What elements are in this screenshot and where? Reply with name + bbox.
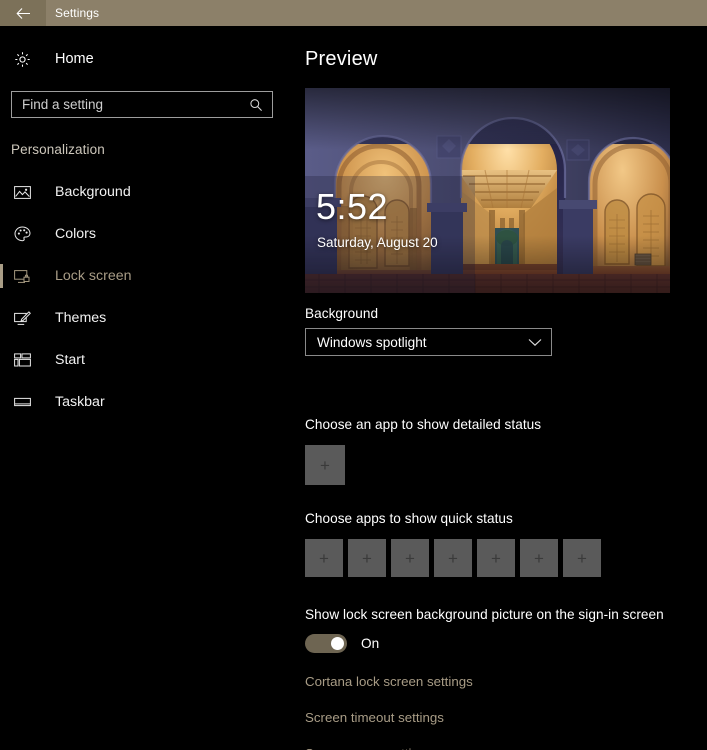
quick-status-tile[interactable]: + [305,539,343,577]
plus-icon: + [405,548,415,568]
cortana-lock-screen-settings-link[interactable]: Cortana lock screen settings [305,674,473,689]
sidebar-item-label: Background [55,184,131,200]
quick-status-label: Choose apps to show quick status [305,511,513,526]
toggle-knob [331,637,344,650]
background-label: Background [305,306,379,321]
plus-icon: + [577,548,587,568]
plus-icon: + [319,548,329,568]
plus-icon: + [320,455,330,475]
sidebar-item-label: Themes [55,310,107,326]
quick-status-tile[interactable]: + [348,539,386,577]
detailed-status-label: Choose an app to show detailed status [305,417,542,432]
quick-status-tile[interactable]: + [477,539,515,577]
plus-icon: + [362,548,372,568]
quick-status-tiles: + + + + + + + [305,539,601,577]
taskbar-icon [14,396,36,408]
sidebar-nav: Background Colors Lock screen Themes Sta… [0,171,296,423]
monitor-lock-icon [14,269,36,284]
back-arrow-icon [15,7,31,20]
title-bar: Settings [0,0,707,26]
page-title: Preview [305,48,378,70]
sidebar-item-colors[interactable]: Colors [0,213,296,255]
lock-screen-preview[interactable]: 5:52 Saturday, August 20 [305,88,670,293]
sidebar-item-start[interactable]: Start [0,339,296,381]
sidebar-item-label: Taskbar [55,394,105,410]
sidebar-home-label: Home [55,51,94,67]
sidebar-item-home[interactable]: Home [0,44,296,74]
picture-icon [14,185,36,200]
monitor-pencil-icon [14,310,36,326]
lock-screen-time: 5:52 [316,186,389,227]
detailed-status-tile[interactable]: + [305,445,345,485]
quick-status-tile[interactable]: + [563,539,601,577]
screen-timeout-settings-link[interactable]: Screen timeout settings [305,710,473,725]
quick-status-tile[interactable]: + [391,539,429,577]
plus-icon: + [534,548,544,568]
sidebar: Home Personalization Background [0,26,296,750]
gear-icon [14,51,36,68]
sidebar-item-label: Start [55,352,85,368]
selection-indicator [0,264,3,288]
plus-icon: + [491,548,501,568]
sidebar-item-background[interactable]: Background [0,171,296,213]
signin-picture-label: Show lock screen background picture on t… [305,607,664,622]
lock-screen-date: Saturday, August 20 [317,235,438,250]
sidebar-item-label: Lock screen [55,268,132,284]
search-box[interactable] [11,91,273,118]
window-title: Settings [55,6,100,20]
signin-picture-toggle[interactable] [305,634,347,653]
plus-icon: + [448,548,458,568]
sidebar-item-themes[interactable]: Themes [0,297,296,339]
quick-status-tile[interactable]: + [520,539,558,577]
chevron-down-icon [528,338,542,347]
search-icon[interactable] [245,98,272,112]
screen-saver-settings-link[interactable]: Screen saver settings [305,746,473,750]
sidebar-item-taskbar[interactable]: Taskbar [0,381,296,423]
quick-status-tile[interactable]: + [434,539,472,577]
start-tiles-icon [14,353,36,367]
palette-icon [14,226,36,242]
sidebar-group-title: Personalization [11,142,105,157]
signin-picture-toggle-state: On [361,636,380,651]
background-dropdown[interactable]: Windows spotlight [305,328,552,356]
signin-picture-toggle-row: On [305,634,379,653]
main-content: Preview 5:52 Saturday, August 20 Backgro… [296,26,707,750]
sidebar-item-lock-screen[interactable]: Lock screen [0,255,296,297]
search-input[interactable] [12,97,245,112]
background-dropdown-value: Windows spotlight [317,334,427,350]
sidebar-item-label: Colors [55,226,96,242]
related-links: Cortana lock screen settings Screen time… [305,674,473,750]
back-button[interactable] [0,0,46,26]
